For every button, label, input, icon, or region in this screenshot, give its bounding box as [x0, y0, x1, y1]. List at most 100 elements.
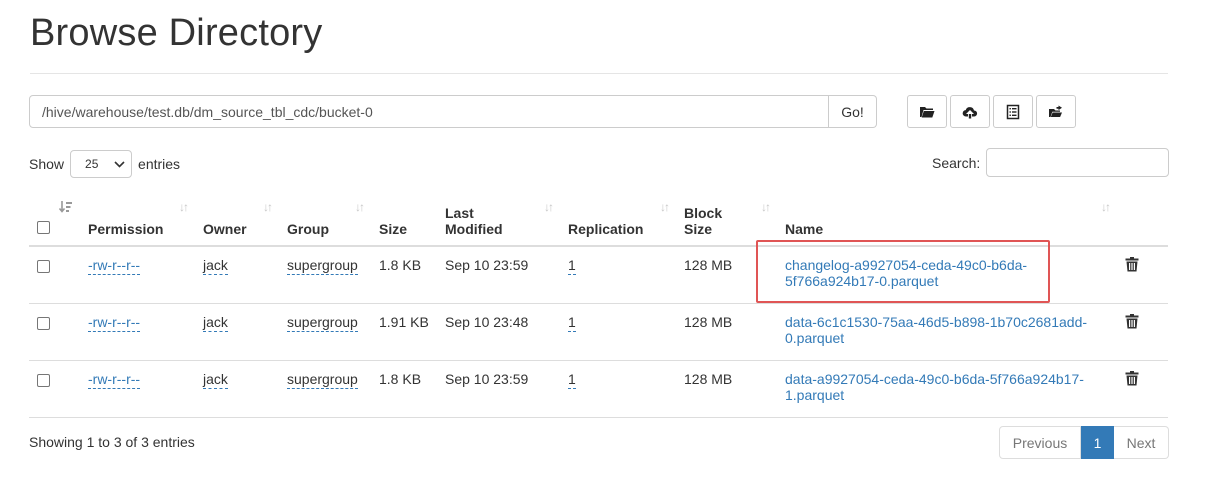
list-icon [1006, 104, 1020, 119]
owner-link[interactable]: jack [203, 370, 228, 389]
upload-button[interactable] [950, 95, 990, 128]
size-cell: 1.91 KB [371, 303, 437, 361]
sort-ascending-icon [59, 201, 72, 213]
owner-link[interactable]: jack [203, 257, 228, 275]
page-length-select[interactable]: 25 [70, 150, 133, 178]
permission-link[interactable]: -rw-r--r-- [88, 313, 141, 332]
pagination: Previous 1 Next [999, 426, 1169, 459]
last-modified-header-line1: Last [445, 205, 474, 221]
block-size-header-line2: Size [684, 221, 713, 237]
column-group[interactable]: Group ↓↑ [279, 190, 371, 247]
list-view-button[interactable] [993, 95, 1033, 128]
sort-icon: ↓↑ [355, 200, 365, 214]
group-link[interactable]: supergroup [287, 257, 358, 275]
file-name-line2[interactable]: 1.parquet [785, 387, 844, 403]
toolbar [907, 95, 1076, 128]
permission-header: Permission [88, 221, 164, 237]
group-link[interactable]: supergroup [287, 370, 358, 389]
search-label: Search: [932, 154, 981, 171]
move-button[interactable] [1036, 95, 1076, 128]
last-modified-cell: Sep 10 23:48 [437, 303, 560, 361]
trash-icon[interactable] [1125, 370, 1139, 386]
last-modified-cell: Sep 10 23:59 [437, 246, 560, 304]
column-owner[interactable]: Owner ↓↑ [195, 190, 279, 247]
owner-header: Owner [203, 221, 247, 237]
page-length-value: 25 [85, 157, 99, 171]
file-name-line1[interactable]: data-a9927054-ceda-49c0-b6da-5f766a924b1… [785, 371, 1084, 387]
next-page-button[interactable]: Next [1114, 426, 1169, 459]
trash-icon[interactable] [1125, 313, 1139, 329]
table-row: -rw-r--r-- jack supergroup 1.91 KB Sep 1… [29, 303, 1168, 361]
go-button[interactable]: Go! [829, 95, 877, 128]
page-1-button[interactable]: 1 [1081, 426, 1114, 459]
chevron-down-icon [114, 160, 125, 168]
block-size-header-line1: Block [684, 205, 723, 221]
file-name-link[interactable]: data-6c1c1530-75aa-46d5-b898-1b70c2681ad… [785, 314, 1087, 346]
directory-table: Permission ↓↑ Owner ↓↑ Group ↓↑ Size Last Mo… [29, 190, 1168, 418]
sort-icon: ↓↑ [660, 200, 670, 214]
select-all-checkbox[interactable] [37, 221, 50, 234]
search-input[interactable] [986, 148, 1170, 177]
column-actions [1117, 190, 1168, 247]
file-name-line2[interactable]: 5f766a924b17-0.parquet [785, 273, 938, 289]
size-header: Size [379, 221, 408, 237]
previous-page-button[interactable]: Previous [999, 426, 1081, 459]
last-modified-header-line2: Modified [445, 221, 503, 237]
size-cell: 1.8 KB [371, 246, 437, 304]
search-box: Search: [932, 148, 1170, 177]
group-link[interactable]: supergroup [287, 313, 358, 332]
row-checkbox[interactable] [37, 316, 50, 330]
delete-cell [1117, 303, 1168, 361]
folder-move-icon [1049, 105, 1062, 117]
size-cell: 1.8 KB [371, 360, 437, 418]
replication-link[interactable]: 1 [568, 370, 576, 389]
permission-link[interactable]: -rw-r--r-- [88, 257, 141, 275]
table-row: -rw-r--r-- jack supergroup 1.8 KB Sep 10… [29, 246, 1168, 304]
create-directory-button[interactable] [907, 95, 947, 128]
trash-icon[interactable] [1125, 257, 1139, 272]
title-divider [30, 73, 1168, 74]
replication-header: Replication [568, 221, 644, 237]
row-checkbox[interactable] [37, 260, 50, 273]
column-block-size[interactable]: Block Size ↓↑ [676, 190, 777, 247]
delete-cell [1117, 246, 1168, 304]
column-last-modified[interactable]: Last Modified ↓↑ [437, 190, 560, 247]
last-modified-cell: Sep 10 23:59 [437, 360, 560, 418]
row-checkbox[interactable] [37, 373, 50, 387]
sort-icon: ↓↑ [761, 200, 771, 214]
permission-link[interactable]: -rw-r--r-- [88, 370, 141, 389]
column-permission[interactable]: Permission ↓↑ [80, 190, 195, 247]
table-header-row: Permission ↓↑ Owner ↓↑ Group ↓↑ Size Last Mo… [29, 190, 1168, 247]
page-length-control: Show 25 entries [29, 150, 180, 178]
sort-icon: ↓↑ [263, 200, 273, 214]
column-name[interactable]: Name ↓↑ [777, 190, 1117, 247]
table-info: Showing 1 to 3 of 3 entries [29, 434, 195, 450]
column-size[interactable]: Size [371, 190, 437, 247]
replication-link[interactable]: 1 [568, 313, 576, 332]
name-header: Name [785, 221, 824, 237]
path-input[interactable]: /hive/warehouse/test.db/dm_source_tbl_cd… [29, 95, 829, 128]
sort-icon: ↓↑ [544, 200, 554, 214]
show-label: Show [29, 156, 65, 172]
sort-icon: ↓↑ [1101, 200, 1111, 214]
entries-label: entries [138, 156, 181, 172]
block-size-cell: 128 MB [676, 303, 777, 361]
owner-link[interactable]: jack [203, 313, 228, 332]
folder-open-icon [920, 106, 935, 117]
replication-link[interactable]: 1 [568, 257, 576, 275]
block-size-cell: 128 MB [676, 360, 777, 418]
path-bar: /hive/warehouse/test.db/dm_source_tbl_cd… [29, 95, 877, 128]
group-header: Group [287, 221, 329, 237]
select-all-header[interactable] [29, 190, 80, 247]
file-name-line1[interactable]: changelog-a9927054-ceda-49c0-b6da- [785, 257, 1027, 273]
column-replication[interactable]: Replication ↓↑ [560, 190, 676, 247]
file-name-line2[interactable]: 0.parquet [785, 330, 844, 346]
file-name-link[interactable]: data-a9927054-ceda-49c0-b6da-5f766a924b1… [785, 371, 1084, 403]
file-name-line1[interactable]: data-6c1c1530-75aa-46d5-b898-1b70c2681ad… [785, 314, 1087, 330]
table-row: -rw-r--r-- jack supergroup 1.8 KB Sep 10… [29, 360, 1168, 418]
delete-cell [1117, 360, 1168, 418]
file-name-link[interactable]: changelog-a9927054-ceda-49c0-b6da- 5f766a… [785, 257, 1027, 289]
sort-icon: ↓↑ [179, 200, 189, 214]
cloud-upload-icon [962, 106, 978, 118]
block-size-cell: 128 MB [676, 246, 777, 304]
